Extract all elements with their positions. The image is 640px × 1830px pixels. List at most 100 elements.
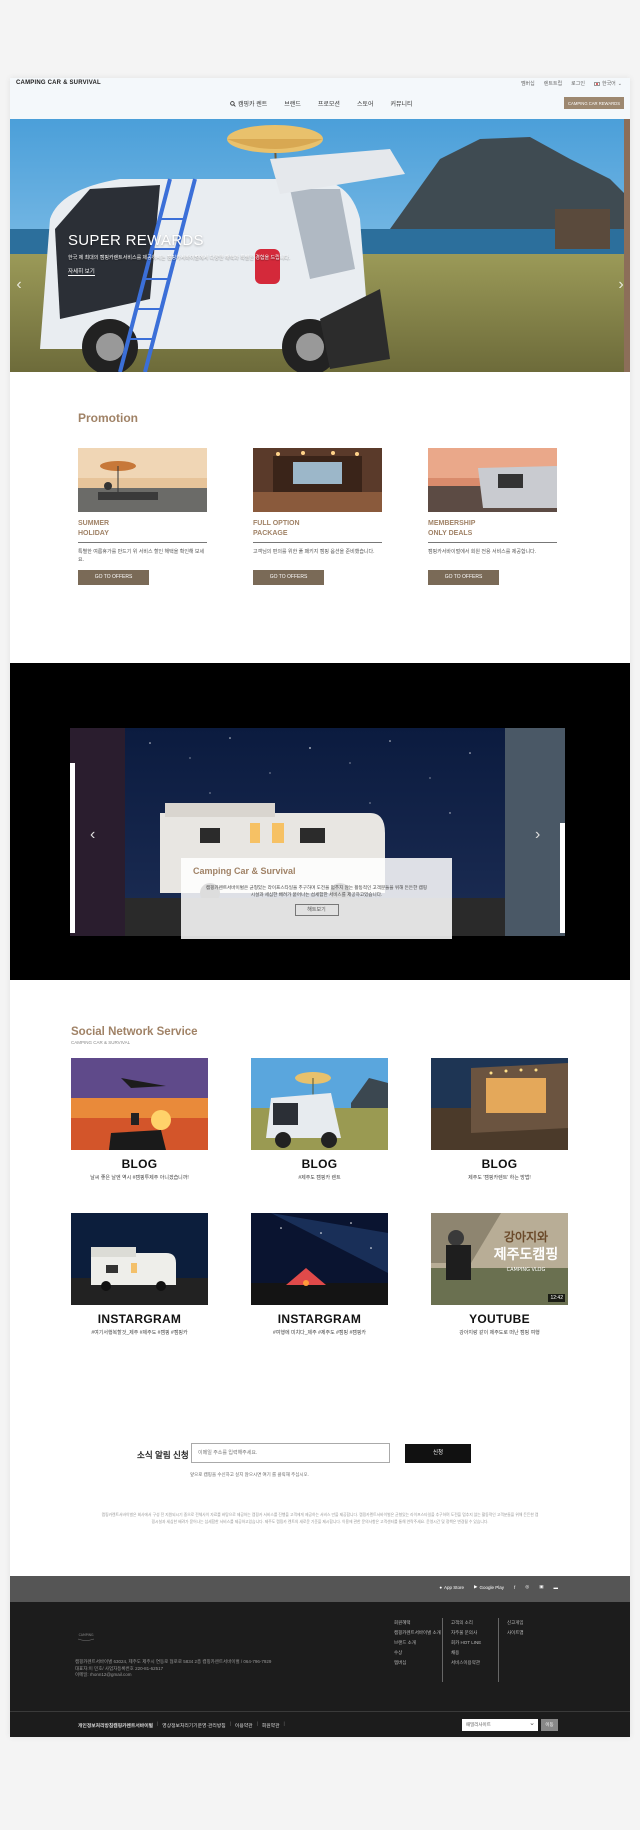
sns-card[interactable]: BLOG 제주도 '캠핑카렌트' 하는 방법! — [431, 1058, 568, 1181]
sns-name: BLOG — [121, 1157, 158, 1171]
footer-link[interactable]: 신고게임 — [507, 1618, 524, 1628]
footer-logo[interactable]: CAMPING — [75, 1630, 97, 1642]
play-icon: ▶ — [474, 1584, 478, 1589]
promo-name-line1: SUMMER — [78, 520, 110, 527]
sns-image — [71, 1058, 208, 1150]
terms-link[interactable]: 이용약관 — [235, 1722, 253, 1729]
footer-link[interactable]: 수상 — [394, 1648, 441, 1658]
family-site-go-button[interactable]: 이동 — [541, 1719, 558, 1731]
policy-links: 개인정보처리방침캠핑카렌트서바이벌 | 영상정보처리기기운영·관리방침 | 이용… — [78, 1722, 285, 1729]
footer-link[interactable]: 채용 — [451, 1648, 481, 1658]
sns-image — [251, 1213, 388, 1305]
sns-desc: #제주도 캠핑카 렌트 — [298, 1175, 341, 1181]
separator: | — [283, 1722, 285, 1727]
footer-link[interactable]: 캠핑카렌트서바이벌 소개 — [394, 1628, 441, 1638]
nav-item-promotion[interactable]: 프로모션 — [318, 99, 340, 108]
footer-link[interactable]: 사이트맵 — [507, 1628, 524, 1638]
util-rent-link[interactable]: 렌트트립 — [544, 80, 562, 87]
member-terms-link[interactable]: 회원약관 — [262, 1722, 280, 1729]
hero-prev-arrow-icon[interactable]: ‹ — [12, 274, 26, 296]
util-login-link[interactable]: 로그인 — [571, 80, 585, 87]
footer-links-col1: 회원혜택 캠핑카렌트서바이벌 소개 브랜드 소개 수상 멤버십 — [394, 1618, 441, 1668]
footer-link[interactable]: 멤버십 — [394, 1658, 441, 1668]
newsletter-email-input[interactable] — [191, 1443, 390, 1463]
video-overlay-line2: 제주도캠핑 — [494, 1246, 558, 1263]
sns-card[interactable]: BLOG 날씨 좋은 날엔 역시 #캠핑투제주 아니겠습니까! — [71, 1058, 208, 1181]
sns-image — [71, 1213, 208, 1305]
chat-icon[interactable]: ▬ — [554, 1585, 559, 1590]
sns-card[interactable]: 강아지와 제주도캠핑 CAMPING VLOG 12:42 YOUTUBE 강아… — [431, 1213, 568, 1336]
logo[interactable]: CAMPING CAR & SURVIVAL — [16, 80, 101, 86]
hero-slider: SUPER REWARDS 한국 제 최대의 캠핑카렌트서비스를 제공하시는 캠… — [10, 119, 630, 372]
language-label: 한국어 — [601, 81, 616, 87]
footer-link[interactable]: 회카 HOT LINE — [451, 1638, 481, 1648]
family-site-select[interactable]: 패밀리사이트 — [462, 1719, 538, 1731]
sns-desc: 날씨 좋은 날엔 역시 #캠핑투제주 아니겠습니까! — [90, 1175, 189, 1181]
hero-title: SUPER REWARDS — [68, 232, 204, 249]
footer-link[interactable]: 서비스이용약관 — [451, 1658, 481, 1668]
nav-item-store[interactable]: 스토어 — [357, 99, 374, 108]
korea-flag-icon — [593, 81, 600, 86]
google-play-link[interactable]: ▶ Google Play — [474, 1584, 504, 1590]
youtube-icon[interactable]: ▣ — [539, 1584, 543, 1590]
promo-card: FULL OPTION PACKAGE 고객님의 편의를 위한 풀 패키지 캠핑… — [253, 448, 382, 585]
feature-next-arrow-icon[interactable]: › — [535, 826, 540, 844]
rewards-button[interactable]: CAMPING CAR REWARDS — [564, 97, 624, 109]
promo-name-line2: PACKAGE — [253, 530, 288, 537]
util-membership-link[interactable]: 멤버십 — [521, 80, 535, 87]
go-to-offers-button[interactable]: GO TO OFFERS — [428, 570, 499, 585]
privacy-policy-link[interactable]: 개인정보처리방침캠핑카렌트서바이벌 — [78, 1722, 153, 1729]
header: CAMPING CAR & SURVIVAL 멤버십 렌트트립 로그인 한국어 … — [10, 78, 630, 119]
hero-more-link[interactable]: 자세히 보기 — [68, 267, 95, 276]
nav-item-brand[interactable]: 브랜드 — [284, 99, 301, 108]
search-icon — [230, 100, 236, 107]
footer-link[interactable]: 브랜드 소개 — [394, 1638, 441, 1648]
footer-divider — [498, 1618, 499, 1682]
google-play-label: Google Play — [479, 1584, 505, 1590]
language-selector[interactable]: 한국어 ⌄ — [593, 80, 622, 87]
promo-name: MEMBERSHIP ONLY DEALS — [428, 519, 557, 543]
go-to-offers-button[interactable]: GO TO OFFERS — [253, 570, 324, 585]
separator: | — [256, 1722, 258, 1727]
video-overlay-line3: CAMPING VLOG — [507, 1267, 546, 1273]
promo-text: 캠핑카서바이벌에서 회원 전용 서비스를 제공합니다. — [428, 549, 537, 555]
promotion-title: Promotion — [78, 411, 138, 425]
sns-card[interactable]: INSTARGRAM #여기서행복할것_제주 #제주도 #캠핑 #캠핑카 — [71, 1213, 208, 1336]
footer-divider — [442, 1618, 443, 1682]
main-nav: 캠핑카 렌트 브랜드 프로모션 스토어 커뮤니티 — [230, 99, 413, 108]
sns-name: BLOG — [301, 1157, 338, 1171]
promo-image — [428, 448, 557, 512]
company-info-line1: 캠핑카렌트서바이벌 63024, 제주도 제주시 연동로 협로로 5834 2층… — [75, 1659, 272, 1664]
video-duration-badge: 12:42 — [548, 1294, 565, 1302]
promo-card: SUMMER HOLIDAY 특별한 여름휴가를 만드기 위 서비스 할인 해택… — [78, 448, 207, 585]
app-store-link[interactable]: ● App Store — [439, 1585, 464, 1590]
chevron-down-icon: ⌄ — [617, 80, 622, 87]
feature-more-button[interactable]: 해트보기 — [294, 904, 339, 916]
footer-link[interactable]: 자주물 문의사 — [451, 1628, 481, 1638]
app-store-label: App Store — [444, 1584, 465, 1590]
sns-card[interactable]: BLOG #제주도 캠핑카 렌트 — [251, 1058, 388, 1181]
sns-card[interactable]: INSTARGRAM #여행에 미치다_제주 #제주도 #캠핑 #캠핑카 — [251, 1213, 388, 1336]
company-info-line3: 이메일: rhonn12@gmail.com — [75, 1672, 132, 1677]
company-info: 캠핑카렌트서바이벌 63024, 제주도 제주시 연동로 협로로 5834 2층… — [75, 1659, 271, 1679]
nav-item-community[interactable]: 커뮤니티 — [391, 99, 413, 108]
instagram-icon[interactable]: ◎ — [525, 1584, 529, 1590]
newsletter-submit-button[interactable]: 신청 — [405, 1444, 471, 1463]
footer-link[interactable]: 고객의 소리 — [451, 1618, 481, 1628]
facebook-icon[interactable]: f — [514, 1585, 515, 1590]
bottom-bar: 개인정보처리방침캠핑카렌트서바이벌 | 영상정보처리기기운영·관리방침 | 이용… — [10, 1711, 630, 1737]
promo-image — [78, 448, 207, 512]
promo-name: FULL OPTION PACKAGE — [253, 519, 382, 543]
sns-desc: #여행에 미치다_제주 #제주도 #캠핑 #캠핑카 — [272, 1330, 367, 1336]
go-to-offers-button[interactable]: GO TO OFFERS — [78, 570, 149, 585]
nav-item-rent[interactable]: 캠핑카 렌트 — [230, 99, 267, 108]
feature-prev-arrow-icon[interactable]: ‹ — [90, 826, 95, 844]
sns-desc: 강아지랑 같이 제주도로 떠난 캠핑 여행 — [459, 1330, 540, 1336]
cctv-policy-link[interactable]: 영상정보처리기기운영·관리방침 — [162, 1722, 225, 1729]
hero-copy: SUPER REWARDS 한국 제 최대의 캠핑카렌트서비스를 제공하시는 캠… — [68, 232, 290, 276]
legal-text: 캠핑카렌트서바이벌은 회사에서 구성 전 지원되시기 중으로 전체사이 자료를 … — [101, 1513, 539, 1524]
footer-link[interactable]: 회원혜택 — [394, 1618, 441, 1628]
sns-image: 강아지와 제주도캠핑 CAMPING VLOG 12:42 — [431, 1213, 568, 1305]
promo-name-line2: HOLIDAY — [78, 530, 109, 537]
social-title: Social Network Service — [71, 1026, 198, 1038]
